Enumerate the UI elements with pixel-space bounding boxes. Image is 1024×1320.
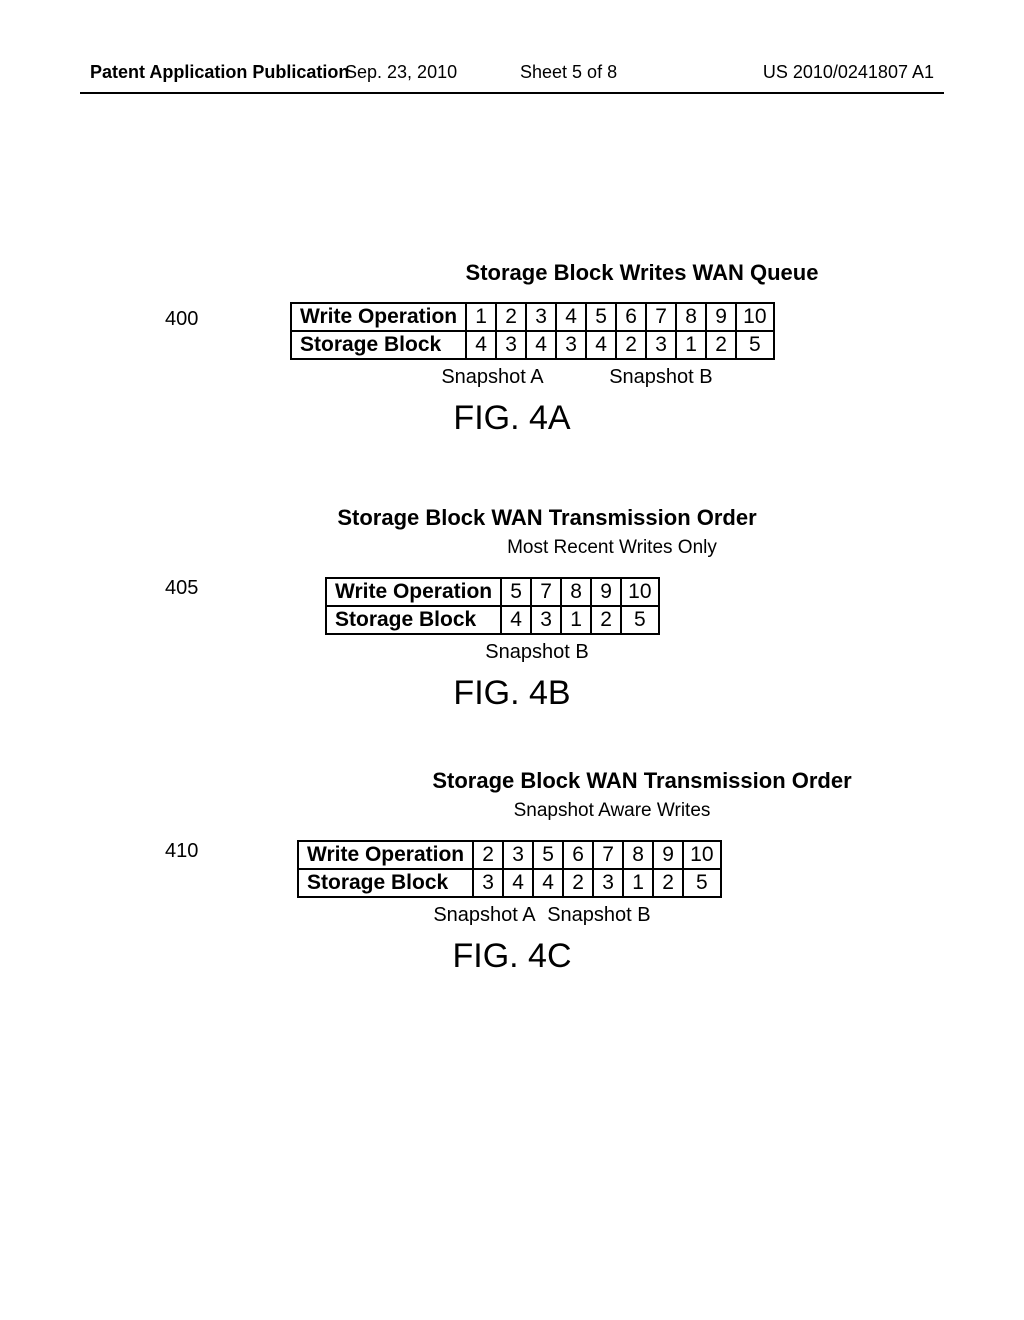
- cell: 4: [533, 869, 563, 897]
- cell: 8: [676, 303, 706, 331]
- figure-4b-table: Write Operation 5 7 8 9 10 Storage Block…: [325, 577, 660, 635]
- cell: 3: [473, 869, 503, 897]
- cell: 1: [623, 869, 653, 897]
- cell: 1: [561, 606, 591, 634]
- cell: 7: [593, 841, 623, 869]
- cell: 2: [563, 869, 593, 897]
- figure-4a: Storage Block Writes WAN Queue 400 Write…: [0, 260, 1024, 438]
- cell: 2: [473, 841, 503, 869]
- cell: 5: [586, 303, 616, 331]
- row-label-write-op: Write Operation: [291, 303, 466, 331]
- cell: 7: [531, 578, 561, 606]
- cell: 1: [466, 303, 496, 331]
- cell: 4: [526, 331, 556, 359]
- cell: 5: [683, 869, 720, 897]
- cell: 5: [501, 578, 531, 606]
- row-label-write-op: Write Operation: [326, 578, 501, 606]
- header-sheet: Sheet 5 of 8: [520, 62, 617, 83]
- snapshot-a-label: Snapshot A: [441, 366, 543, 389]
- cell: 4: [556, 303, 586, 331]
- cell: 8: [561, 578, 591, 606]
- table-row: Write Operation 5 7 8 9 10: [326, 578, 659, 606]
- cell: 1: [676, 331, 706, 359]
- cell: 3: [593, 869, 623, 897]
- figure-4c-caption: FIG. 4C: [0, 937, 1024, 976]
- row-label-storage-block: Storage Block: [326, 606, 501, 634]
- cell: 3: [503, 841, 533, 869]
- header-pub-type: Patent Application Publication: [90, 62, 349, 82]
- figure-4b-subtitle: Most Recent Writes Only: [0, 537, 1024, 559]
- cell: 8: [623, 841, 653, 869]
- header-rule: [80, 92, 944, 94]
- cell: 9: [591, 578, 621, 606]
- figure-4c: Storage Block WAN Transmission Order Sna…: [0, 768, 1024, 976]
- table-row: Write Operation 2 3 5 6 7 8 9 10: [298, 841, 721, 869]
- cell: 2: [706, 331, 736, 359]
- cell: 4: [501, 606, 531, 634]
- snapshot-b-label: Snapshot B: [547, 904, 650, 927]
- cell: 5: [621, 606, 658, 634]
- cell: 2: [653, 869, 683, 897]
- header-date: Sep. 23, 2010: [345, 62, 457, 83]
- cell: 3: [646, 331, 676, 359]
- cell: 5: [533, 841, 563, 869]
- figure-4b-title: Storage Block WAN Transmission Order: [0, 505, 1024, 531]
- row-label-write-op: Write Operation: [298, 841, 473, 869]
- table-row: Write Operation 1 2 3 4 5 6 7 8 9 10: [291, 303, 774, 331]
- cell: 5: [736, 331, 773, 359]
- cell: 9: [706, 303, 736, 331]
- cell: 4: [466, 331, 496, 359]
- table-row: Storage Block 3 4 4 2 3 1 2 5: [298, 869, 721, 897]
- row-label-storage-block: Storage Block: [291, 331, 466, 359]
- figure-4c-table: Write Operation 2 3 5 6 7 8 9 10 Storage…: [297, 840, 722, 898]
- table-row: Storage Block 4 3 1 2 5: [326, 606, 659, 634]
- snapshot-b-label: Snapshot B: [485, 641, 588, 664]
- table-row: Storage Block 4 3 4 3 4 2 3 1 2 5: [291, 331, 774, 359]
- snapshot-b-label: Snapshot B: [609, 366, 712, 389]
- cell: 10: [683, 841, 720, 869]
- figure-4c-subtitle: Snapshot Aware Writes: [0, 800, 1024, 822]
- cell: 2: [496, 303, 526, 331]
- cell: 4: [586, 331, 616, 359]
- header-patent-number: US 2010/0241807 A1: [763, 62, 934, 83]
- figure-4a-title: Storage Block Writes WAN Queue: [0, 260, 1024, 286]
- cell: 4: [503, 869, 533, 897]
- cell: 6: [563, 841, 593, 869]
- page-header: Patent Application Publication Sep. 23, …: [0, 62, 1024, 83]
- figure-4b: Storage Block WAN Transmission Order Mos…: [0, 505, 1024, 713]
- figure-4b-caption: FIG. 4B: [0, 674, 1024, 713]
- cell: 3: [556, 331, 586, 359]
- cell: 6: [616, 303, 646, 331]
- cell: 3: [526, 303, 556, 331]
- snapshot-a-label: Snapshot A: [433, 904, 535, 927]
- figure-4a-table: Write Operation 1 2 3 4 5 6 7 8 9 10 Sto…: [290, 302, 775, 360]
- cell: 10: [736, 303, 773, 331]
- cell: 9: [653, 841, 683, 869]
- cell: 3: [531, 606, 561, 634]
- cell: 2: [616, 331, 646, 359]
- cell: 2: [591, 606, 621, 634]
- cell: 7: [646, 303, 676, 331]
- figure-4c-title: Storage Block WAN Transmission Order: [0, 768, 1024, 794]
- figure-4a-caption: FIG. 4A: [0, 399, 1024, 438]
- row-label-storage-block: Storage Block: [298, 869, 473, 897]
- cell: 10: [621, 578, 658, 606]
- cell: 3: [496, 331, 526, 359]
